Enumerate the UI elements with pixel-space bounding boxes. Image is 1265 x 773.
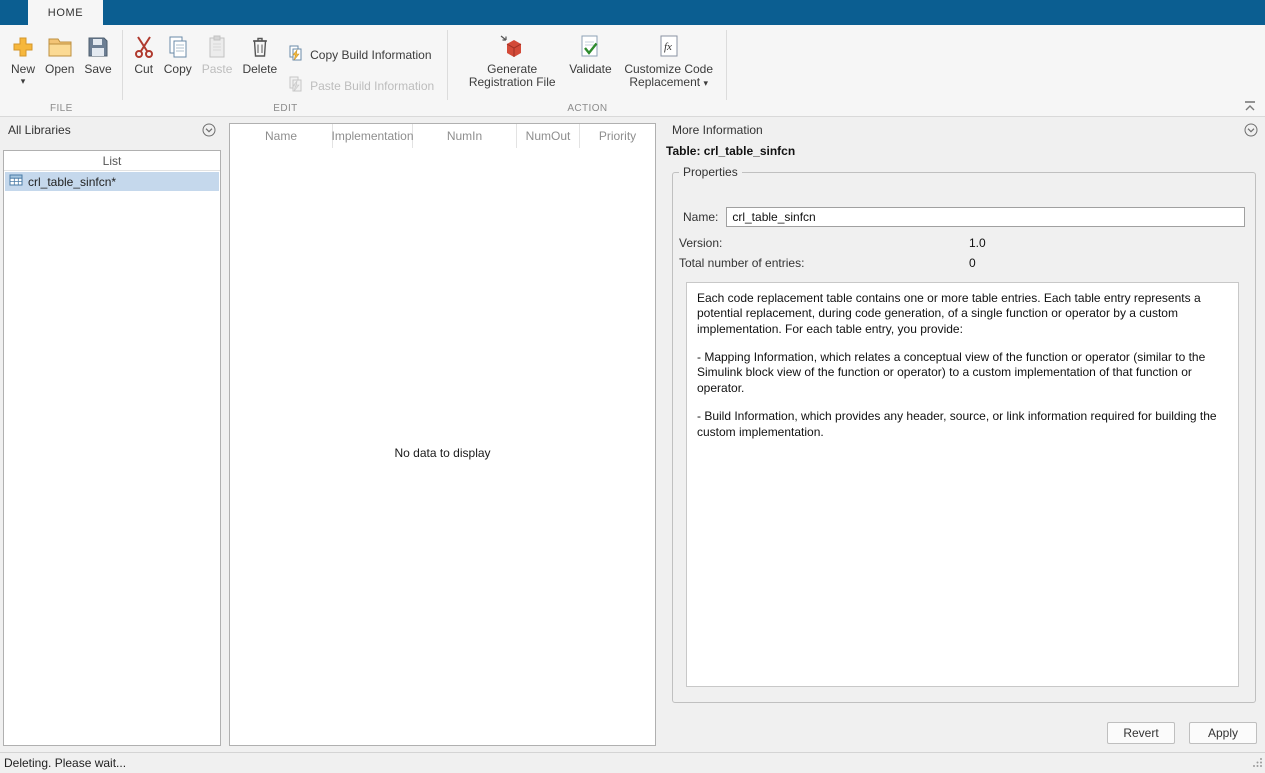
edit-group-label: EDIT [273, 103, 298, 114]
paste-build-information-button[interactable]: Paste Build Information [288, 76, 434, 95]
delete-button[interactable]: Delete [237, 25, 282, 76]
titlebar: HOME [0, 0, 1265, 25]
ribbon-group-action: Generate Registration File Validate fx C… [448, 25, 728, 116]
column-header-numin[interactable]: NumIn [413, 124, 517, 148]
save-button[interactable]: Save [79, 25, 116, 76]
list-item-label: crl_table_sinfcn* [28, 174, 117, 189]
table-column-headers: Name Implementation NumIn NumOut Priorit… [230, 124, 655, 148]
copy-icon [167, 33, 189, 61]
libraries-list-header: List [4, 151, 220, 171]
properties-legend: Properties [683, 165, 738, 179]
version-label: Version: [679, 236, 723, 250]
list-item-crl-table-sinfcn[interactable]: crl_table_sinfcn* [5, 172, 219, 191]
column-header-name[interactable]: Name [230, 124, 333, 148]
cut-scissors-icon [134, 33, 154, 61]
paste-build-information-icon [288, 76, 304, 95]
fx-glyph: fx [664, 41, 672, 53]
new-button[interactable]: New ▾ [6, 25, 40, 86]
apply-button[interactable]: Apply [1189, 722, 1257, 744]
new-icon [11, 33, 35, 61]
generate-registration-file-button[interactable]: Generate Registration File [460, 25, 564, 89]
all-libraries-panel: All Libraries List crl_table_sinfcn* [0, 117, 229, 752]
properties-fieldset: Properties Name: Version: 1.0 Total numb… [672, 165, 1256, 703]
name-label: Name: [683, 210, 719, 224]
all-libraries-collapse-icon[interactable] [202, 123, 216, 140]
revert-button[interactable]: Revert [1107, 722, 1175, 744]
resize-grip[interactable] [1252, 757, 1263, 771]
paste-button[interactable]: Paste [197, 25, 238, 76]
open-button[interactable]: Open [40, 25, 79, 76]
empty-table-message: No data to display [394, 446, 491, 460]
column-header-numout[interactable]: NumOut [517, 124, 580, 148]
version-value: 1.0 [969, 236, 986, 250]
ribbon-group-edit: Cut Copy Paste Delete Copy Build Informa… [123, 25, 449, 116]
generate-registration-file-icon [498, 33, 526, 61]
file-group-label: FILE [50, 103, 73, 114]
entries-value: 0 [969, 256, 976, 270]
name-input[interactable] [726, 207, 1245, 227]
status-message: Deleting. Please wait... [4, 756, 127, 770]
customize-dropdown-arrow-icon[interactable]: ▾ [703, 78, 708, 88]
validate-check-icon [579, 33, 601, 61]
entries-table-panel: Name Implementation NumIn NumOut Priorit… [229, 123, 656, 746]
paste-clipboard-icon [207, 33, 227, 61]
more-information-panel: More Information Table: crl_table_sinfcn… [664, 117, 1265, 752]
description-paragraph: - Build Information, which provides any … [697, 409, 1217, 439]
collapse-ribbon-icon[interactable] [1243, 100, 1257, 112]
tab-home[interactable]: HOME [28, 0, 103, 25]
description-paragraph: Each code replacement table contains one… [697, 291, 1201, 336]
all-libraries-title: All Libraries [8, 123, 71, 137]
open-folder-icon [47, 33, 73, 61]
table-description: Each code replacement table contains one… [686, 282, 1239, 687]
delete-trash-icon [250, 33, 270, 61]
new-dropdown-arrow-icon[interactable]: ▾ [21, 77, 26, 86]
ribbon-group-file: New ▾ Open Save FILE [0, 25, 123, 116]
libraries-list: List crl_table_sinfcn* [3, 150, 221, 746]
more-information-collapse-icon[interactable] [1244, 123, 1258, 140]
cut-button[interactable]: Cut [129, 25, 159, 76]
table-heading: Table: crl_table_sinfcn [666, 144, 796, 158]
save-floppy-icon [87, 33, 109, 61]
copy-button[interactable]: Copy [159, 25, 197, 76]
main-area: All Libraries List crl_table_sinfcn* Nam… [0, 117, 1265, 752]
more-information-title: More Information [672, 123, 763, 137]
copy-build-information-icon [288, 45, 304, 64]
status-bar: Deleting. Please wait... [0, 752, 1265, 773]
entries-label: Total number of entries: [679, 256, 805, 270]
action-group-label: ACTION [567, 103, 608, 114]
copy-build-information-button[interactable]: Copy Build Information [288, 45, 434, 64]
validate-button[interactable]: Validate [564, 25, 616, 76]
table-icon [9, 174, 23, 189]
column-header-priority[interactable]: Priority [580, 124, 655, 148]
description-paragraph: - Mapping Information, which relates a c… [697, 350, 1206, 395]
ribbon-toolstrip: New ▾ Open Save FILE Cut Copy Paste Dele… [0, 25, 1265, 117]
column-header-implementation[interactable]: Implementation [331, 124, 414, 148]
customize-code-replacement-fx-icon: fx [658, 33, 680, 61]
customize-code-replacement-button[interactable]: fx Customize Code Replacement ▾ [617, 25, 721, 89]
